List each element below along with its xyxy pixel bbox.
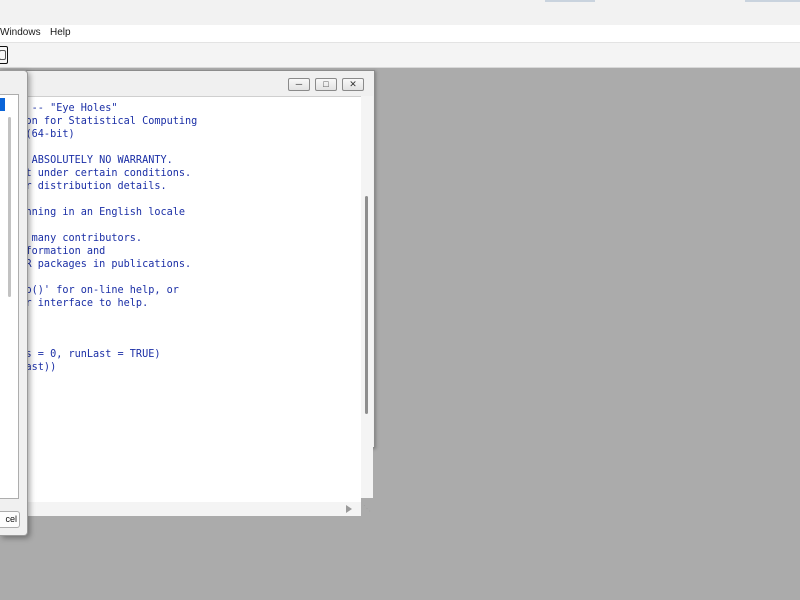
r-console-window: ─ □ ✕ ert) -- "Eye Holes" dation for Sta… (0, 70, 375, 516)
menu-windows[interactable]: Windows (0, 27, 41, 38)
selected-list-item[interactable] (0, 98, 5, 111)
copy-icon (0, 50, 6, 60)
console-line: : running in an English locale (1, 207, 186, 218)
app-titlebar (0, 0, 800, 25)
scrollbar-thumb[interactable] (365, 196, 368, 414)
toolbar (0, 43, 800, 68)
resize-grip-icon[interactable]: ⋱ (363, 504, 373, 514)
titlebar-accent (745, 0, 800, 2)
dialog-list-scrollbar[interactable] (8, 117, 11, 297)
menu-help[interactable]: Help (50, 27, 71, 38)
dialog-window: cel (0, 70, 28, 536)
menu-bar: Windows Help (0, 25, 800, 43)
toolbar-button[interactable] (0, 46, 8, 64)
dialog-list[interactable] (0, 94, 19, 499)
cancel-button[interactable]: cel (0, 511, 20, 528)
console-line: dation for Statistical Computing (1, 116, 198, 127)
console-line: te it under certain conditions. (1, 168, 192, 179)
minimize-button[interactable]: ─ (288, 78, 310, 91)
maximize-button[interactable]: □ (315, 78, 337, 91)
scroll-right-arrow-icon[interactable] (346, 505, 352, 513)
console-titlebar[interactable]: ─ □ ✕ (1, 71, 374, 95)
titlebar-accent (545, 0, 595, 2)
close-button[interactable]: ✕ (342, 78, 364, 91)
console-output[interactable]: ert) -- "Eye Holes" dation for Statistic… (1, 96, 361, 503)
horizontal-scrollbar[interactable] (1, 502, 361, 516)
cancel-button-label: cel (5, 514, 17, 524)
console-line: or R packages in publications. (1, 259, 192, 270)
vertical-scrollbar[interactable] (361, 96, 373, 498)
